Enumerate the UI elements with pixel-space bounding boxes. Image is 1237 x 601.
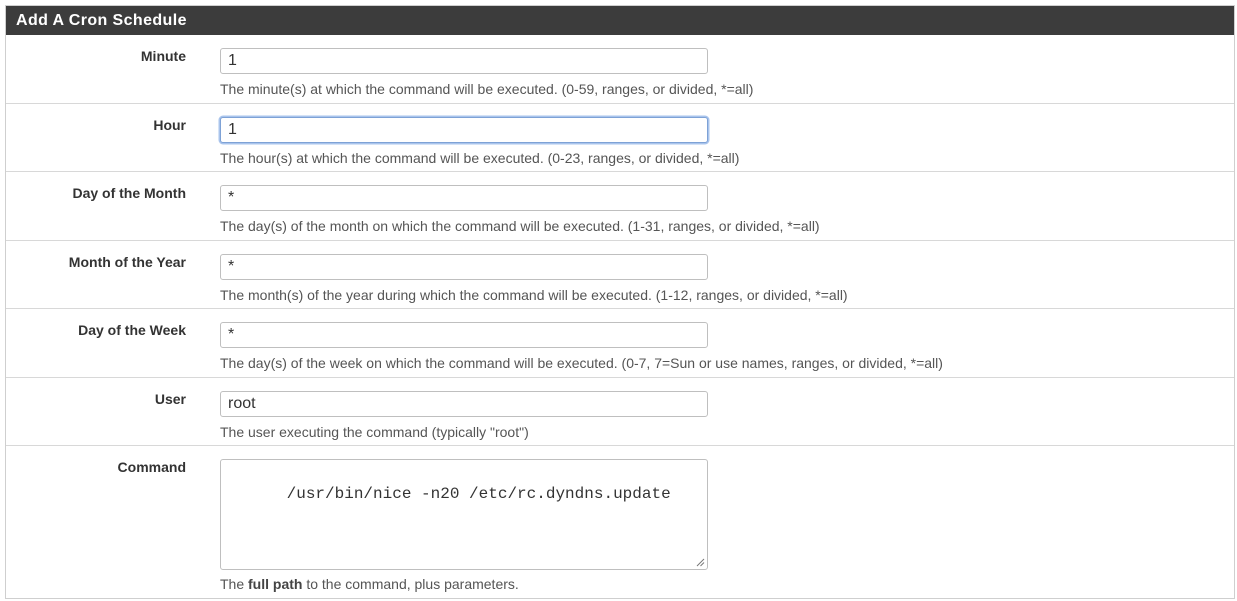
cron-schedule-panel: Add A Cron Schedule Minute The minute(s)… xyxy=(5,5,1235,599)
day-of-month-input[interactable] xyxy=(220,185,708,211)
user-help: The user executing the command (typicall… xyxy=(220,423,529,440)
hour-row: Hour The hour(s) at which the command wi… xyxy=(6,104,1234,172)
minute-input[interactable] xyxy=(220,48,708,74)
month-of-year-row: Month of the Year The month(s) of the ye… xyxy=(6,241,1234,309)
command-help-prefix: The xyxy=(220,576,245,592)
minute-label: Minute xyxy=(140,48,186,64)
day-of-month-row: Day of the Month The day(s) of the month… xyxy=(6,172,1234,241)
day-of-month-help: The day(s) of the month on which the com… xyxy=(220,218,820,234)
command-help-bold: full path xyxy=(248,576,303,592)
resize-grip-icon[interactable] xyxy=(695,557,705,567)
month-of-year-label: Month of the Year xyxy=(68,253,186,270)
minute-row: Minute The minute(s) at which the comman… xyxy=(6,35,1234,104)
user-row: User The user executing the command (typ… xyxy=(6,378,1234,446)
hour-label: Hour xyxy=(153,116,186,133)
command-textarea[interactable]: /usr/bin/nice -n20 /etc/rc.dyndns.update xyxy=(220,459,708,570)
user-input[interactable] xyxy=(220,390,708,417)
command-label: Command xyxy=(117,459,186,475)
day-of-week-label: Day of the Week xyxy=(78,322,186,338)
command-help: The full path to the command, plus param… xyxy=(220,576,519,592)
user-label: User xyxy=(154,390,186,407)
panel-title: Add A Cron Schedule xyxy=(6,6,1234,35)
command-row: Command /usr/bin/nice -n20 /etc/rc.dyndn… xyxy=(6,446,1234,600)
hour-input[interactable] xyxy=(220,116,708,143)
month-of-year-input[interactable] xyxy=(220,253,708,280)
command-help-suffix: to the command, plus parameters. xyxy=(306,576,519,592)
hour-help: The hour(s) at which the command will be… xyxy=(220,149,740,166)
day-of-month-label: Day of the Month xyxy=(72,185,186,201)
month-of-year-help: The month(s) of the year during which th… xyxy=(220,286,848,303)
day-of-week-help: The day(s) of the week on which the comm… xyxy=(220,355,943,371)
day-of-week-row: Day of the Week The day(s) of the week o… xyxy=(6,309,1234,378)
minute-help: The minute(s) at which the command will … xyxy=(220,81,754,97)
command-text: /usr/bin/nice -n20 /etc/rc.dyndns.update xyxy=(286,485,671,503)
day-of-week-input[interactable] xyxy=(220,322,708,348)
